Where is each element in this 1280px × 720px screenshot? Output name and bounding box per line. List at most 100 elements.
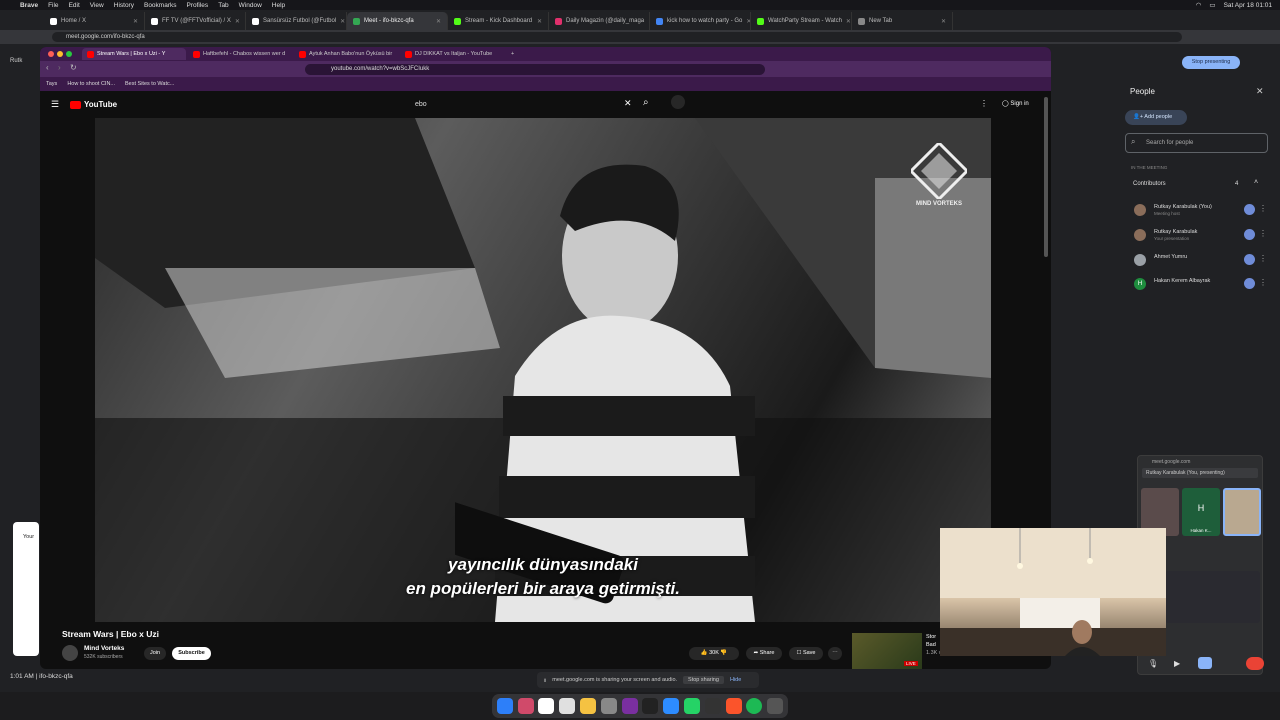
outer-address-bar[interactable]: meet.google.com/ifo-bkzc-qfa bbox=[52, 32, 1182, 42]
inner-tab-haftbefehl[interactable]: Haftbefehl - Chabos wissen wer d bbox=[188, 48, 292, 60]
menu-tab[interactable]: Tab bbox=[218, 2, 228, 9]
participant-more-icon[interactable]: ⋮ bbox=[1259, 278, 1267, 288]
close-tab-icon[interactable]: ✕ bbox=[340, 18, 345, 25]
close-panel-icon[interactable]: ✕ bbox=[1256, 86, 1264, 97]
close-tab-icon[interactable]: ✕ bbox=[537, 18, 542, 25]
hide-button[interactable]: Hide bbox=[730, 677, 741, 683]
hang-up-icon[interactable] bbox=[1246, 657, 1264, 670]
save-button[interactable]: ☐ Save bbox=[789, 647, 823, 660]
new-tab-button[interactable]: + bbox=[506, 48, 522, 60]
close-tab-icon[interactable]: ✕ bbox=[235, 18, 240, 25]
menu-view[interactable]: View bbox=[90, 2, 104, 9]
bookmark-how-to-shoot[interactable]: How to shoot CIN... bbox=[67, 81, 115, 87]
present-icon[interactable] bbox=[1198, 657, 1212, 669]
like-count[interactable]: 30K bbox=[709, 650, 719, 656]
participant-row[interactable]: Rutkay Karabulak (You) Meeting host ⋮ bbox=[1134, 200, 1269, 222]
join-button[interactable]: Join bbox=[144, 647, 166, 660]
participant-more-icon[interactable]: ⋮ bbox=[1259, 254, 1267, 264]
youtube-search-input[interactable]: ebo bbox=[415, 101, 427, 108]
menu-file[interactable]: File bbox=[48, 2, 58, 9]
channel-avatar[interactable] bbox=[62, 645, 78, 661]
close-tab-icon[interactable]: ✕ bbox=[846, 18, 851, 25]
outer-tab[interactable]: New Tab ✕ bbox=[852, 12, 953, 30]
menu-help[interactable]: Help bbox=[272, 2, 285, 9]
brave-icon[interactable] bbox=[725, 698, 742, 714]
outer-tab[interactable]: Home / X ✕ bbox=[44, 12, 145, 30]
bookmark-tays[interactable]: Tays bbox=[46, 81, 57, 87]
related-video-thumbnail[interactable]: LIVE bbox=[852, 633, 922, 669]
more-icon[interactable]: ⋮ bbox=[980, 99, 988, 108]
pip-tile-active[interactable] bbox=[1223, 488, 1261, 536]
close-tab-icon[interactable]: ✕ bbox=[941, 18, 946, 25]
obs-icon[interactable] bbox=[621, 698, 638, 714]
spotify-icon[interactable] bbox=[746, 698, 763, 714]
menu-history[interactable]: History bbox=[114, 2, 134, 9]
meeting-code[interactable]: ifo-bkzc-qfa bbox=[39, 673, 73, 680]
menu-edit[interactable]: Edit bbox=[69, 2, 80, 9]
whatsapp-icon[interactable] bbox=[683, 698, 700, 714]
dislike-icon[interactable]: 👎 bbox=[720, 650, 727, 656]
outer-tab[interactable]: Stream - Kick Dashboard ✕ bbox=[448, 12, 549, 30]
mic-icon[interactable] bbox=[671, 95, 685, 109]
channel-name[interactable]: Mind Vorteks bbox=[84, 645, 124, 652]
launchpad-icon[interactable] bbox=[517, 698, 534, 714]
youtube-logo[interactable]: YouTube bbox=[70, 100, 117, 109]
activity-icon[interactable] bbox=[704, 698, 721, 714]
outer-tab[interactable]: kick how to watch party - Go ✕ bbox=[650, 12, 751, 30]
participant-row[interactable]: H Hakan Kerem Albayrak ⋮ bbox=[1134, 274, 1269, 296]
menu-window[interactable]: Window bbox=[239, 2, 262, 9]
reload-icon[interactable]: ↻ bbox=[70, 63, 77, 72]
like-icon[interactable]: 👍 bbox=[701, 650, 708, 656]
close-window-icon[interactable] bbox=[48, 51, 54, 57]
menu-icon[interactable]: ☰ bbox=[51, 99, 59, 110]
wifi-icon[interactable]: ◠ bbox=[1196, 1, 1202, 9]
share-button[interactable]: ➦ Share bbox=[746, 647, 782, 660]
search-icon[interactable]: ⌕ bbox=[643, 97, 649, 108]
stop-sharing-button[interactable]: Stop sharing bbox=[683, 676, 724, 684]
participant-row[interactable]: Ahmet Yumru ⋮ bbox=[1134, 250, 1269, 272]
bookmark-best-sites[interactable]: Best Sites to Watc... bbox=[125, 81, 174, 87]
inner-address-bar[interactable]: youtube.com/watch?v=wbScJFCIukk bbox=[305, 64, 765, 75]
camera-icon[interactable]: ▶ bbox=[1174, 659, 1180, 668]
zoom-icon[interactable] bbox=[663, 698, 680, 714]
stop-presenting-button[interactable]: Stop presenting bbox=[1182, 56, 1240, 69]
settings-icon[interactable] bbox=[600, 698, 617, 714]
close-tab-icon[interactable]: ✕ bbox=[436, 18, 441, 25]
page-scrollbar[interactable] bbox=[1044, 97, 1048, 257]
video-player[interactable]: MIND VORTEKS yayıncılık dünyasındaki en … bbox=[95, 118, 991, 622]
forward-icon[interactable]: › bbox=[58, 63, 61, 72]
add-people-button[interactable]: 👤+ Add people bbox=[1125, 110, 1187, 125]
chevron-up-icon[interactable]: ˄ bbox=[1254, 179, 1258, 186]
finder-icon[interactable] bbox=[496, 698, 513, 714]
outer-tab[interactable]: Sansürsüz Futbol (@Futbol ✕ bbox=[246, 12, 347, 30]
inner-tab-stream-wars[interactable]: Stream Wars | Ebo x Uzi - Y bbox=[82, 48, 186, 60]
notes-icon[interactable] bbox=[579, 698, 596, 714]
chrome-icon[interactable] bbox=[559, 698, 576, 714]
close-tab-icon[interactable]: ✕ bbox=[133, 18, 138, 25]
outer-tab[interactable]: WatchParty Stream - Watch ✕ bbox=[751, 12, 852, 30]
participant-more-icon[interactable]: ⋮ bbox=[1259, 229, 1267, 239]
trash-icon[interactable] bbox=[767, 698, 784, 714]
more-actions-button[interactable]: ⋯ bbox=[828, 647, 842, 660]
outer-tab[interactable]: Meet - ifo-bkzc-qfa ✕ bbox=[347, 12, 448, 30]
maximize-window-icon[interactable] bbox=[66, 51, 72, 57]
back-icon[interactable]: ‹ bbox=[46, 63, 49, 72]
clear-search-icon[interactable]: ✕ bbox=[624, 98, 632, 109]
pip-tile-hakan[interactable]: H Hakan K... bbox=[1182, 488, 1220, 536]
outer-tab[interactable]: Daily Magazin (@daily_maga✕ bbox=[549, 12, 650, 30]
subscribe-button[interactable]: Subscribe bbox=[172, 647, 211, 660]
battery-icon[interactable]: ▭ bbox=[1209, 1, 1215, 9]
people-search-input[interactable]: Search for people bbox=[1125, 133, 1268, 153]
inner-tab-aytuk[interactable]: Aytuk Anhan Babo'nun Öyküsü bir bbox=[294, 48, 398, 60]
contributors-label[interactable]: Contributors bbox=[1133, 181, 1166, 187]
app-menu[interactable]: Brave bbox=[20, 2, 38, 9]
terminal-icon[interactable] bbox=[642, 698, 659, 714]
clock[interactable]: Sat Apr 18 01:01 bbox=[1224, 2, 1272, 9]
participant-row[interactable]: Rutkay Karabulak Your presentation ⋮ bbox=[1134, 225, 1269, 247]
menu-bookmarks[interactable]: Bookmarks bbox=[144, 2, 177, 9]
inner-tab-dj-dikkat[interactable]: DJ DIKKAT vs Italjan - YouTube bbox=[400, 48, 504, 60]
minimize-window-icon[interactable] bbox=[57, 51, 63, 57]
participant-more-icon[interactable]: ⋮ bbox=[1259, 204, 1267, 214]
outer-tab[interactable]: FF TV (@FFTVofficial) / X ✕ bbox=[145, 12, 246, 30]
sign-in-button[interactable]: ◯ Sign in bbox=[1002, 97, 1036, 111]
